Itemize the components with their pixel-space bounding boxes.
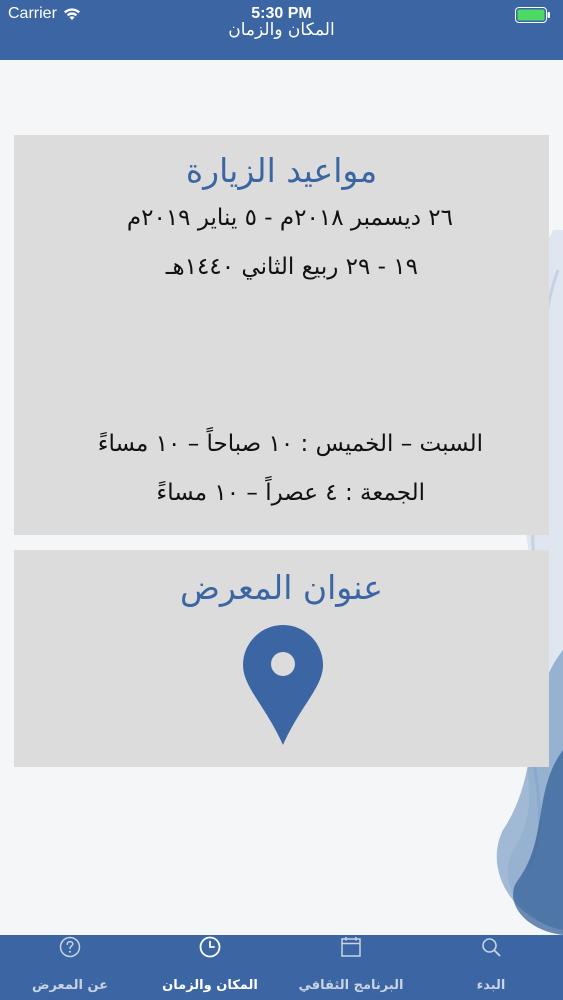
bottom-tab-bar: عن المعرض المكان والزمان البرنامج الثقاف… (0, 935, 563, 1000)
calendar-icon (341, 937, 361, 957)
location-pin-icon[interactable] (243, 625, 323, 745)
tab-place-label: المكان والزمان (162, 978, 258, 993)
top-bar: Carrier 5:30 PM المكان والزمان (0, 0, 563, 60)
gregorian-dates: ٢٦ ديسمبر ٢٠١٨م - ٥ يناير ٢٠١٩م (126, 205, 453, 231)
search-icon (482, 938, 501, 957)
tab-place-and-time[interactable]: المكان والزمان (140, 935, 280, 1000)
tab-start[interactable]: البدء (421, 935, 561, 1000)
tab-about-exhibition[interactable]: عن المعرض (0, 935, 140, 1000)
exhibition-address-title: عنوان المعرض (180, 568, 383, 607)
visit-times-title: مواعيد الزيارة (185, 151, 378, 190)
page-title: المكان والزمان (228, 20, 335, 40)
weekday-hours: السبت – الخميس : ١٠ صباحاً – ١٠ مساءً (97, 431, 483, 457)
tab-program-label: البرنامج الثقافي (298, 978, 404, 993)
visit-times-card: مواعيد الزيارة ٢٦ ديسمبر ٢٠١٨م - ٥ يناير… (14, 135, 549, 535)
exhibition-address-card[interactable]: عنوان المعرض (14, 550, 549, 767)
tab-cultural-program[interactable]: البرنامج الثقافي (281, 935, 421, 1000)
tab-start-label: البدء (476, 978, 506, 993)
tab-about-label: عن المعرض (31, 978, 109, 993)
clock-icon (199, 936, 221, 958)
friday-hours: الجمعة : ٤ عصراً – ١٠ مساءً (156, 480, 425, 506)
hijri-dates: ١٩ - ٢٩ ربيع الثاني ١٤٤٠هـ (165, 254, 418, 280)
question-circle-icon (59, 936, 81, 958)
